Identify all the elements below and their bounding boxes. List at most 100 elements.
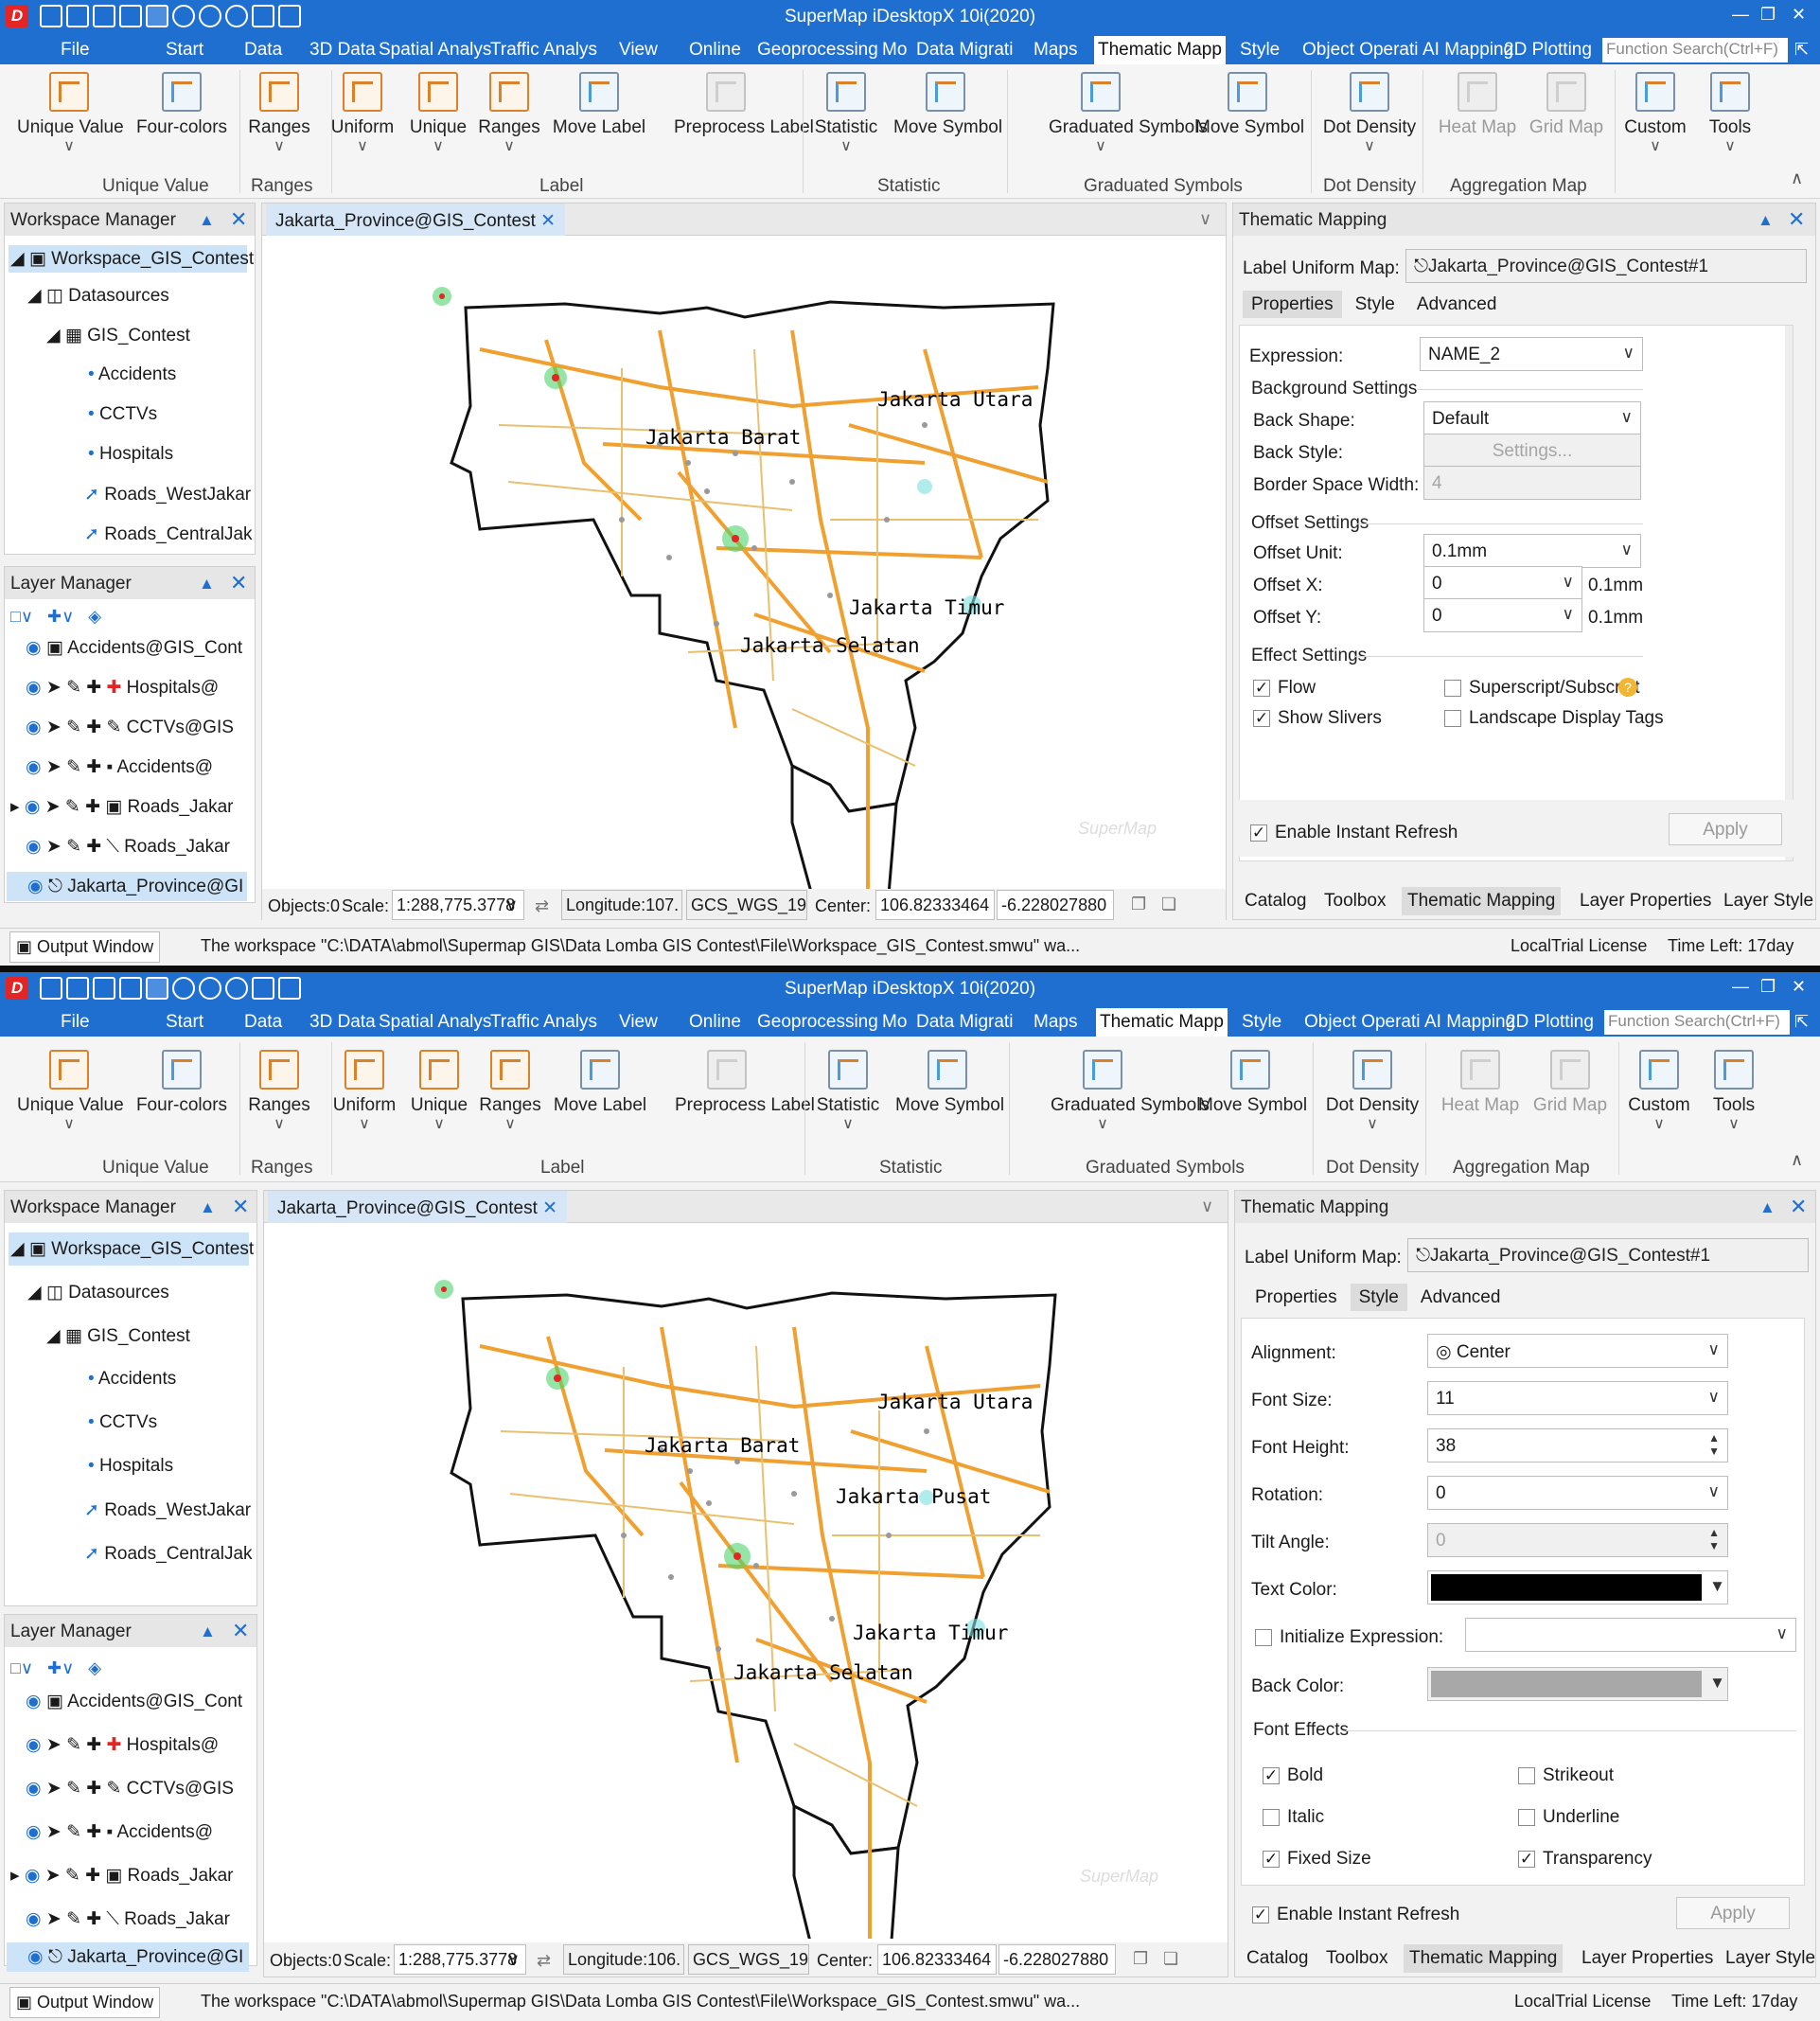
close-window-icon[interactable]: ✕	[1792, 5, 1806, 25]
menu-maps[interactable]: Maps	[1034, 1012, 1077, 1033]
tilt-angle-spinner[interactable]: 0 ▲ ▼	[1427, 1523, 1728, 1557]
tree-hospitals[interactable]: • Hospitals	[88, 1456, 173, 1477]
close-icon[interactable]: ✕	[232, 1195, 249, 1219]
tab-layer-properties[interactable]: Layer Properties	[1574, 887, 1717, 915]
preprocess-label-button[interactable]: Preprocess Label	[674, 72, 814, 138]
back-color-picker[interactable]: ▼	[1427, 1667, 1728, 1701]
text-color-picker[interactable]: ▼	[1427, 1570, 1728, 1604]
move-symbol-button[interactable]: Move Symbol	[893, 72, 1002, 138]
layer-hospitals[interactable]: ◉ ➤ ✎ ✚ ✚ Hospitals@	[26, 677, 219, 699]
rotation-select[interactable]: 0 ∨	[1427, 1476, 1728, 1510]
menu-3d-data[interactable]: 3D Data	[309, 40, 376, 61]
landscape-checkbox[interactable]: Landscape Display Tags	[1444, 708, 1664, 729]
center-y-field[interactable]: -6.228027880	[998, 1944, 1116, 1975]
menu-data[interactable]: Data	[244, 40, 282, 61]
add-layer-icon[interactable]: □∨ ✚∨ ◈	[10, 607, 101, 627]
menu-data-migration[interactable]: Data Migrati	[916, 1012, 1013, 1033]
menu-start[interactable]: Start	[166, 1012, 203, 1033]
collapse-ribbon-icon[interactable]: ∧	[1791, 168, 1803, 188]
tree-workspace[interactable]: ◢ ▣ Workspace_GIS_Contest	[9, 1232, 254, 1266]
offset-y-select[interactable]: 0 ∨	[1423, 598, 1582, 632]
alignment-select[interactable]: ◎ Center ∨	[1427, 1334, 1728, 1368]
flow-checkbox[interactable]: ✓ Flow	[1253, 678, 1316, 699]
offset-x-select[interactable]: 0 ∨	[1423, 566, 1582, 600]
close-icon[interactable]: ✕	[1788, 207, 1805, 232]
offset-unit-select[interactable]: 0.1mm ∨	[1423, 534, 1641, 568]
italic-checkbox[interactable]: Italic	[1263, 1807, 1324, 1828]
restore-icon[interactable]: ❐	[1760, 5, 1776, 25]
statistic-button[interactable]: Statistic ∨	[796, 1050, 900, 1133]
tab-style[interactable]: Style	[1347, 291, 1404, 318]
tree-workspace[interactable]: ◢ ▣ Workspace_GIS_Contest	[9, 245, 254, 273]
pin-icon[interactable]: ▲	[199, 575, 215, 594]
menu-data[interactable]: Data	[244, 1012, 282, 1033]
center-x-field[interactable]: 106.82333464	[875, 890, 995, 920]
tab-layer-style[interactable]: Layer Style	[1720, 1944, 1820, 1973]
menu-mo[interactable]: Mo	[882, 1012, 907, 1033]
menu-geoprocessing[interactable]: Geoprocessing	[757, 40, 878, 61]
graduated-symbols-button[interactable]: Graduated Symbols ∨	[1051, 1050, 1210, 1133]
layer-roads-1[interactable]: ▸ ◉ ➤ ✎ ✚ ▣ Roads_Jakar	[10, 1865, 233, 1887]
layer-jakarta-province[interactable]: ◉ ⎋ Jakarta_Province@GI	[7, 872, 247, 901]
menu-2d-plotting[interactable]: 2D Plotting	[1504, 40, 1592, 61]
tree-cctvs[interactable]: • CCTVs	[88, 1412, 157, 1433]
show-slivers-checkbox[interactable]: ✓ Show Slivers	[1253, 708, 1382, 729]
menu-view[interactable]: View	[619, 1012, 658, 1033]
menu-maps[interactable]: Maps	[1034, 40, 1077, 61]
label-ranges-button[interactable]: Ranges ∨	[457, 72, 561, 155]
tree-datasources[interactable]: ◢ ◫ Datasources	[27, 1282, 169, 1303]
bold-checkbox[interactable]: ✓ Bold	[1263, 1765, 1323, 1786]
collapse-ribbon-icon[interactable]: ∧	[1791, 1150, 1803, 1170]
tree-gis-contest[interactable]: ◢ ▦ GIS_Contest	[46, 1325, 190, 1347]
tree-gis-contest[interactable]: ◢ ▦ GIS_Contest	[46, 325, 190, 346]
tab-catalog[interactable]: Catalog	[1241, 1944, 1315, 1973]
layer-roads-1[interactable]: ▸ ◉ ➤ ✎ ✚ ▣ Roads_Jakar	[10, 796, 233, 818]
tab-advanced[interactable]: Advanced	[1408, 291, 1506, 318]
menu-object-operation[interactable]: Object Operati	[1304, 1012, 1421, 1033]
tree-cctvs[interactable]: • CCTVs	[88, 404, 157, 425]
tab-layer-properties[interactable]: Layer Properties	[1576, 1944, 1719, 1973]
tab-list-chevron-icon[interactable]: ∨	[1201, 1197, 1213, 1216]
menu-start[interactable]: Start	[166, 40, 203, 61]
menu-ai-mapping[interactable]: AI Mapping	[1424, 1012, 1515, 1033]
menu-object-operation[interactable]: Object Operati	[1302, 40, 1419, 61]
map-canvas[interactable]: Jakarta Utara Jakarta Barat Jakarta Pusa…	[264, 1223, 1228, 1939]
menu-ai-mapping[interactable]: AI Mapping	[1422, 40, 1513, 61]
tab-thematic-mapping[interactable]: Thematic Mapping	[1402, 887, 1562, 915]
heat-map-button[interactable]: Heat Map	[1428, 1050, 1532, 1116]
initialize-expression-select[interactable]: ∨	[1465, 1618, 1796, 1652]
close-window-icon[interactable]: ✕	[1792, 977, 1806, 997]
tree-accidents[interactable]: • Accidents	[88, 364, 176, 385]
restore-icon[interactable]: ❐	[1760, 977, 1776, 997]
close-icon[interactable]: ✕	[1790, 1195, 1807, 1219]
tab-properties[interactable]: Properties	[1243, 291, 1342, 318]
add-layer-icon[interactable]: □∨ ✚∨ ◈	[10, 1658, 101, 1678]
tools-button[interactable]: Tools ∨	[1678, 72, 1782, 155]
tab-thematic-mapping[interactable]: Thematic Mapping	[1404, 1944, 1564, 1973]
layer-jakarta-province[interactable]: ◉ ⎋ Jakarta_Province@GI	[7, 1942, 249, 1972]
four-colors-button[interactable]: Four-colors	[130, 1050, 234, 1116]
menu-online[interactable]: Online	[689, 40, 741, 61]
layer-accidents-heat[interactable]: ◉ ▣ Accidents@GIS_Cont	[26, 1691, 242, 1712]
preprocess-label-button[interactable]: Preprocess Label	[675, 1050, 815, 1116]
menu-file[interactable]: File	[61, 1012, 90, 1033]
minimize-icon[interactable]: —	[1732, 977, 1749, 997]
function-search-input[interactable]: Function Search(Ctrl+F)	[1602, 38, 1788, 62]
tree-roads-central[interactable]: ➚ Roads_CentralJak	[84, 523, 253, 545]
tab-catalog[interactable]: Catalog	[1239, 887, 1313, 915]
paste-icon[interactable]: ❏	[1161, 895, 1176, 914]
apply-button[interactable]: Apply	[1676, 1897, 1790, 1929]
menu-spatial-analysis[interactable]: Spatial Analys	[379, 1012, 491, 1033]
menu-online[interactable]: Online	[689, 1012, 741, 1033]
copy-icon[interactable]: ❐	[1131, 895, 1146, 914]
tree-roads-central[interactable]: ➚ Roads_CentralJak	[84, 1543, 253, 1565]
back-style-settings-button[interactable]: Settings...	[1423, 434, 1641, 468]
move-label-button[interactable]: Move Label	[548, 1050, 652, 1116]
pin-icon[interactable]: ▲	[200, 1622, 216, 1641]
center-x-field[interactable]: 106.82333464	[877, 1944, 997, 1975]
paste-icon[interactable]: ❏	[1163, 1949, 1178, 1969]
instant-refresh-checkbox[interactable]: ✓ Enable Instant Refresh	[1252, 1905, 1459, 1925]
menu-file[interactable]: File	[61, 40, 90, 61]
layer-cctvs[interactable]: ◉ ➤ ✎ ✚ ✎ CCTVs@GIS	[26, 1778, 234, 1799]
pin-icon[interactable]: ▲	[200, 1198, 216, 1217]
